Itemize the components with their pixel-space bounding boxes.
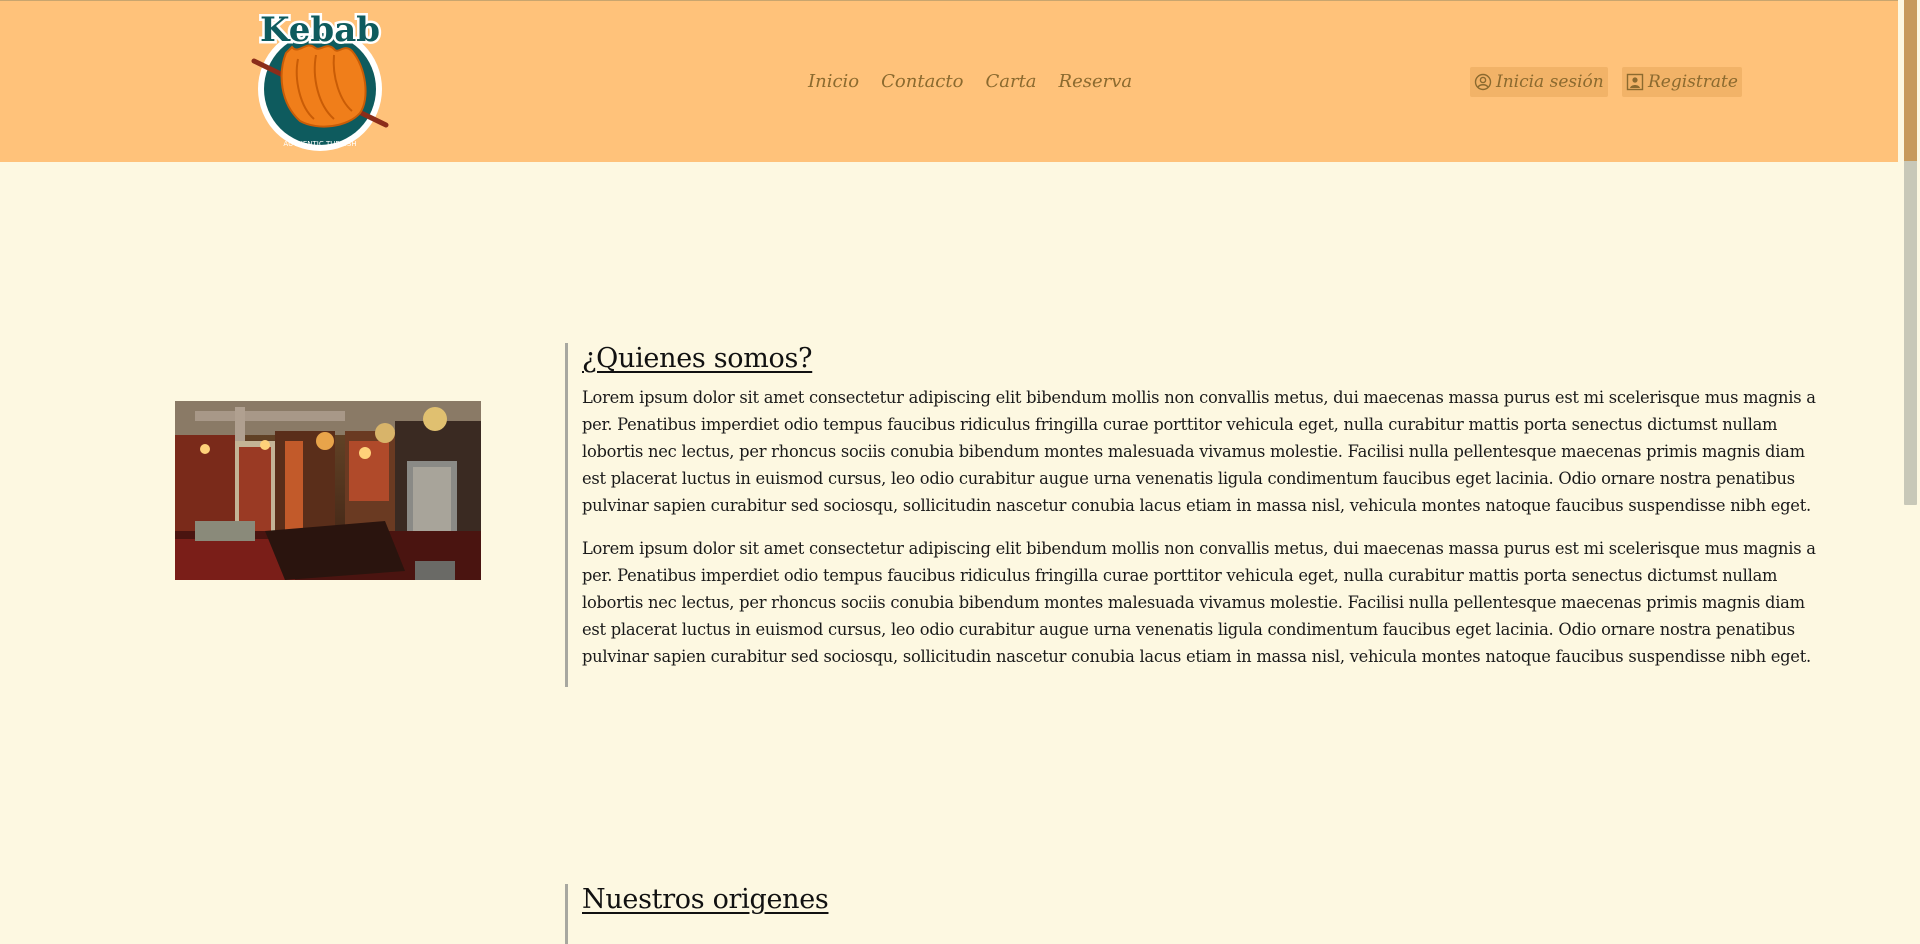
scrollbar[interactable] [1898, 0, 1920, 920]
about-section: ¿Quienes somos? Lorem ipsum dolor sit am… [565, 343, 1825, 687]
scrollbar-thumb-header [1904, 0, 1917, 161]
nav-reserva[interactable]: Reserva [1059, 71, 1133, 92]
register-button[interactable]: Registrate [1622, 67, 1742, 97]
main-nav: Inicio Contacto Carta Reserva [808, 71, 1132, 92]
header: Kebab AUTHENTIC TURKISH Inicio Contacto … [0, 0, 1898, 162]
logo-image: Kebab AUTHENTIC TURKISH [251, 8, 389, 151]
user-circle-icon [1474, 73, 1492, 91]
kebab-logo[interactable]: Kebab AUTHENTIC TURKISH [248, 3, 392, 161]
register-label: Registrate [1648, 72, 1738, 92]
restaurant-interior-image [175, 401, 481, 580]
nav-carta[interactable]: Carta [985, 71, 1036, 92]
logo-tagline: AUTHENTIC TURKISH [283, 140, 356, 148]
user-badge-icon [1626, 73, 1644, 91]
origins-section: Nuestros origenes [565, 884, 1825, 944]
about-paragraph-1: Lorem ipsum dolor sit amet consectetur a… [582, 388, 1816, 515]
nav-inicio[interactable]: Inicio [808, 71, 859, 92]
login-button[interactable]: Inicia sesión [1470, 67, 1608, 97]
logo-wordmark: Kebab [260, 10, 380, 50]
origins-title: Nuestros origenes [582, 884, 829, 915]
about-title: ¿Quienes somos? [582, 343, 813, 374]
nav-contacto[interactable]: Contacto [881, 71, 963, 92]
about-paragraph-2: Lorem ipsum dolor sit amet consectetur a… [582, 539, 1816, 666]
login-label: Inicia sesión [1496, 72, 1604, 92]
